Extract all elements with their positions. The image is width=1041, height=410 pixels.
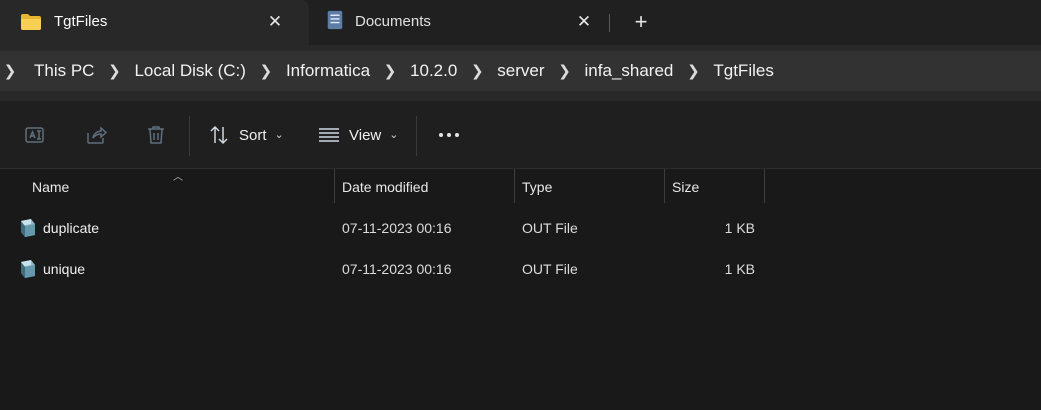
column-header-row: Name Date modified Type Size	[0, 169, 1041, 205]
file-type: OUT File	[522, 261, 578, 277]
chevron-down-icon: ⌄	[389, 128, 399, 141]
file-size: 1 KB	[724, 220, 755, 236]
sort-icon	[210, 125, 228, 145]
column-divider[interactable]	[764, 169, 765, 203]
column-divider[interactable]	[664, 169, 665, 203]
sort-label: Sort	[239, 126, 267, 144]
breadcrumb-item[interactable]: Informatica	[276, 51, 380, 91]
new-tab-button[interactable]: +	[628, 10, 654, 36]
breadcrumb-item[interactable]: TgtFiles	[703, 51, 783, 91]
chevron-right-icon[interactable]: ❯	[104, 62, 124, 80]
address-field[interactable]: ❯ This PC ❯ Local Disk (C:) ❯ Informatic…	[0, 51, 1041, 91]
tab-strip: TgtFiles ✕ Documents ✕ +	[0, 0, 1041, 45]
tab-title: TgtFiles	[54, 13, 108, 30]
folder-icon	[21, 14, 41, 30]
breadcrumb-item[interactable]: 10.2.0	[400, 51, 467, 91]
trash-icon[interactable]	[144, 123, 168, 147]
tab-separator	[609, 14, 610, 32]
close-icon[interactable]: ✕	[266, 13, 284, 31]
file-name: unique	[43, 261, 86, 277]
chevron-right-icon[interactable]: ❯	[683, 62, 703, 80]
close-icon[interactable]: ✕	[575, 13, 593, 31]
breadcrumb: ❯ This PC ❯ Local Disk (C:) ❯ Informatic…	[0, 51, 784, 91]
view-icon	[319, 128, 339, 142]
share-icon[interactable]	[84, 123, 108, 147]
rename-icon[interactable]	[24, 123, 48, 147]
tab-documents[interactable]: Documents ✕	[309, 0, 609, 45]
command-bar: Sort ⌄ View ⌄	[0, 101, 1041, 169]
tab-title: Documents	[355, 13, 431, 30]
more-options-button[interactable]	[434, 123, 464, 147]
tab-tgtfiles[interactable]: TgtFiles ✕	[0, 0, 309, 45]
more-dot	[439, 133, 443, 137]
toolbar-divider	[189, 116, 190, 156]
file-row[interactable]: duplicate 07-11-2023 00:16 OUT File 1 KB	[0, 209, 1041, 249]
out-file-icon	[21, 219, 35, 237]
column-header-date[interactable]: Date modified	[342, 169, 512, 205]
breadcrumb-item[interactable]: server	[487, 51, 554, 91]
chevron-down-icon: ⌄	[274, 128, 284, 141]
sort-button[interactable]: Sort ⌄	[208, 119, 284, 151]
column-divider[interactable]	[514, 169, 515, 203]
toolbar-divider	[416, 116, 417, 156]
more-dot	[447, 133, 451, 137]
view-label: View	[349, 126, 382, 144]
document-icon	[327, 10, 343, 30]
out-file-icon	[21, 260, 35, 278]
chevron-right-icon[interactable]: ❯	[467, 62, 487, 80]
column-divider[interactable]	[334, 169, 335, 203]
breadcrumb-item[interactable]: Local Disk (C:)	[124, 51, 255, 91]
file-name: duplicate	[43, 220, 100, 236]
column-header-size[interactable]: Size	[672, 169, 762, 205]
more-dot	[455, 133, 459, 137]
chevron-right-icon[interactable]: ❯	[256, 62, 276, 80]
chevron-right-icon[interactable]: ❯	[380, 62, 400, 80]
view-button[interactable]: View ⌄	[318, 119, 398, 151]
breadcrumb-item[interactable]: infa_shared	[575, 51, 684, 91]
file-date: 07-11-2023 00:16	[342, 220, 452, 236]
file-date: 07-11-2023 00:16	[342, 261, 452, 277]
file-row[interactable]: unique 07-11-2023 00:16 OUT File 1 KB	[0, 250, 1041, 290]
file-type: OUT File	[522, 220, 578, 236]
address-bar: ❯ This PC ❯ Local Disk (C:) ❯ Informatic…	[0, 45, 1041, 101]
chevron-right-icon[interactable]: ❯	[555, 62, 575, 80]
column-header-type[interactable]: Type	[522, 169, 662, 205]
breadcrumb-item[interactable]: This PC	[20, 51, 104, 91]
column-header-name[interactable]: Name	[32, 169, 332, 205]
chevron-right-icon[interactable]: ❯	[0, 62, 20, 80]
file-size: 1 KB	[724, 261, 755, 277]
